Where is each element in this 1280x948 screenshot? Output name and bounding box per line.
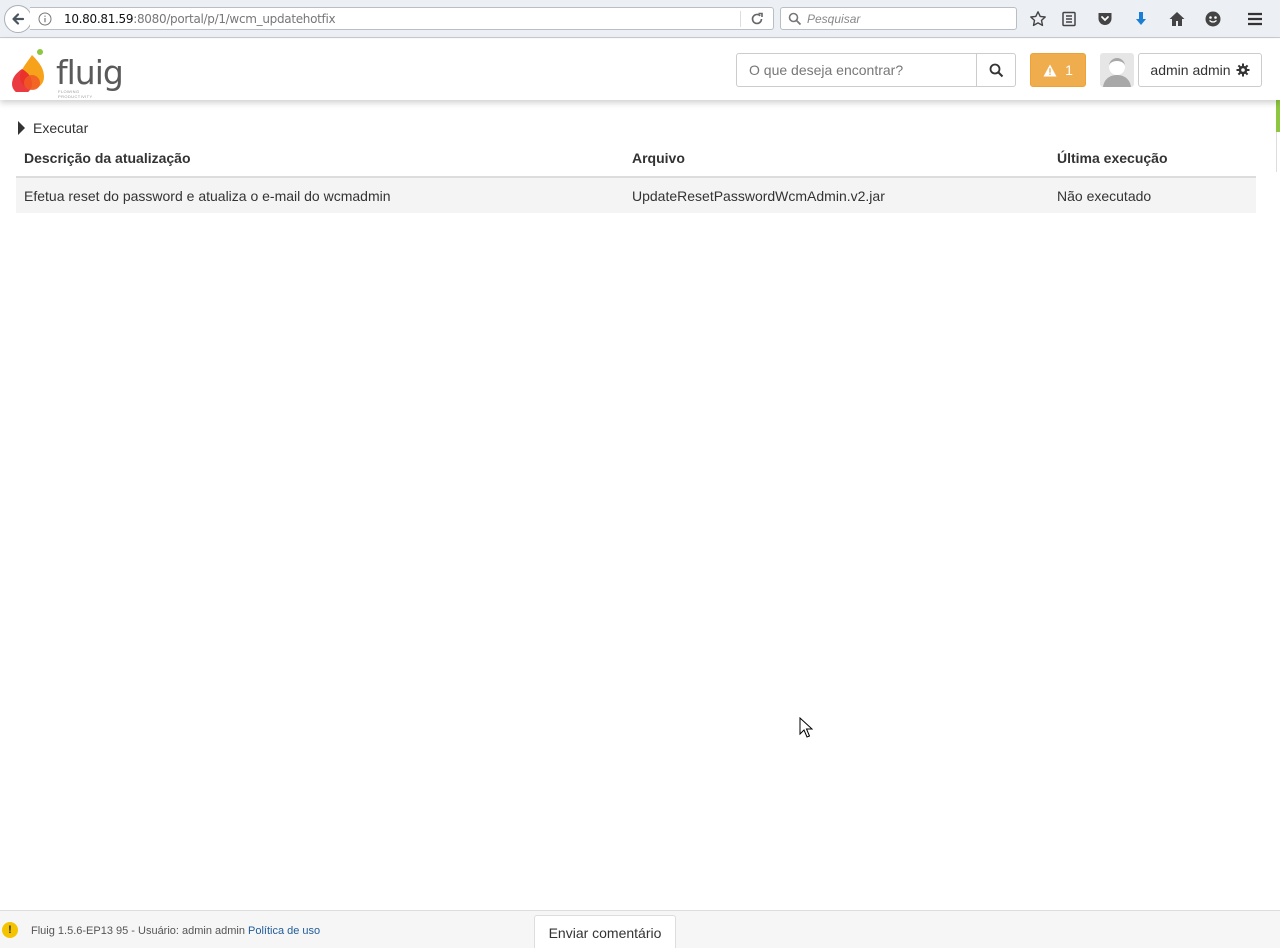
cell-description: Efetua reset do password e atualiza o e-… xyxy=(16,176,624,213)
pocket-icon[interactable] xyxy=(1094,8,1116,30)
logo-tagline: FLOWING PRODUCTIVITY xyxy=(58,89,93,99)
menu-hamburger-icon[interactable] xyxy=(1244,8,1266,30)
fluig-logo[interactable]: fluig FLOWING PRODUCTIVITY xyxy=(10,47,124,99)
fluig-logo-mark-icon xyxy=(12,49,44,92)
table-row[interactable]: Efetua reset do password e atualiza o e-… xyxy=(16,176,1256,213)
app-header: fluig FLOWING PRODUCTIVITY 1 admin admin xyxy=(0,39,1280,100)
page-footer: ! Fluig 1.5.6-EP13 95 - Usuário: admin a… xyxy=(0,910,1280,948)
back-arrow-icon[interactable] xyxy=(4,5,32,33)
url-host: 10.80.81.59 xyxy=(64,12,134,26)
usage-policy-link[interactable]: Política de uso xyxy=(248,925,320,937)
gear-icon xyxy=(1236,63,1250,77)
column-header-last-run: Última execução xyxy=(1049,140,1256,178)
url-divider xyxy=(740,11,741,27)
reload-icon[interactable] xyxy=(749,11,765,27)
mouse-cursor-icon xyxy=(799,717,813,738)
execute-section-toggle[interactable]: Executar xyxy=(18,120,88,136)
user-avatar-icon xyxy=(1103,58,1131,87)
column-header-description: Descrição da atualização xyxy=(16,140,624,178)
url-text[interactable]: 10.80.81.59:8080/portal/p/1/wcm_updateho… xyxy=(64,12,336,26)
browser-search-placeholder: Pesquisar xyxy=(807,12,861,26)
avatar[interactable] xyxy=(1100,53,1134,87)
notifications-count: 1 xyxy=(1065,62,1073,78)
user-menu-button[interactable]: admin admin xyxy=(1138,53,1262,87)
home-icon[interactable] xyxy=(1166,8,1188,30)
search-icon xyxy=(989,63,1003,77)
reading-list-icon[interactable] xyxy=(1058,8,1080,30)
cell-last-run: Não executado xyxy=(1049,176,1256,213)
notifications-button[interactable]: 1 xyxy=(1030,53,1086,87)
send-feedback-button[interactable]: Enviar comentário xyxy=(534,915,676,948)
caret-right-icon xyxy=(18,121,25,135)
browser-toolbar: 10.80.81.59:8080/portal/p/1/wcm_updateho… xyxy=(0,0,1280,38)
search-icon xyxy=(788,12,802,26)
bookmark-star-icon[interactable] xyxy=(1027,8,1049,30)
address-bar[interactable]: 10.80.81.59:8080/portal/p/1/wcm_updateho… xyxy=(30,7,774,30)
table-header-row: Descrição da atualização Arquivo Última … xyxy=(16,140,1256,178)
footer-version-text: Fluig 1.5.6-EP13 95 - Usuário: admin adm… xyxy=(31,925,245,937)
url-path: :8080/portal/p/1/wcm_updatehotfix xyxy=(133,12,336,26)
cell-file: UpdateResetPasswordWcmAdmin.v2.jar xyxy=(624,176,1049,213)
scroll-track xyxy=(1276,132,1277,172)
search-button[interactable] xyxy=(976,53,1016,87)
info-icon[interactable] xyxy=(38,12,52,26)
logo-text: fluig xyxy=(56,53,124,92)
global-search-input[interactable] xyxy=(736,53,977,87)
column-header-file: Arquivo xyxy=(624,140,1049,178)
browser-search-box[interactable]: Pesquisar xyxy=(780,7,1017,30)
warning-icon xyxy=(1043,64,1057,76)
download-icon[interactable] xyxy=(1130,8,1152,30)
hello-chat-icon[interactable] xyxy=(1202,8,1224,30)
hotfix-table: Descrição da atualização Arquivo Última … xyxy=(16,140,1256,213)
execute-label: Executar xyxy=(33,120,89,136)
footer-warning-icon[interactable]: ! xyxy=(2,922,18,938)
user-name: admin admin xyxy=(1150,62,1231,78)
